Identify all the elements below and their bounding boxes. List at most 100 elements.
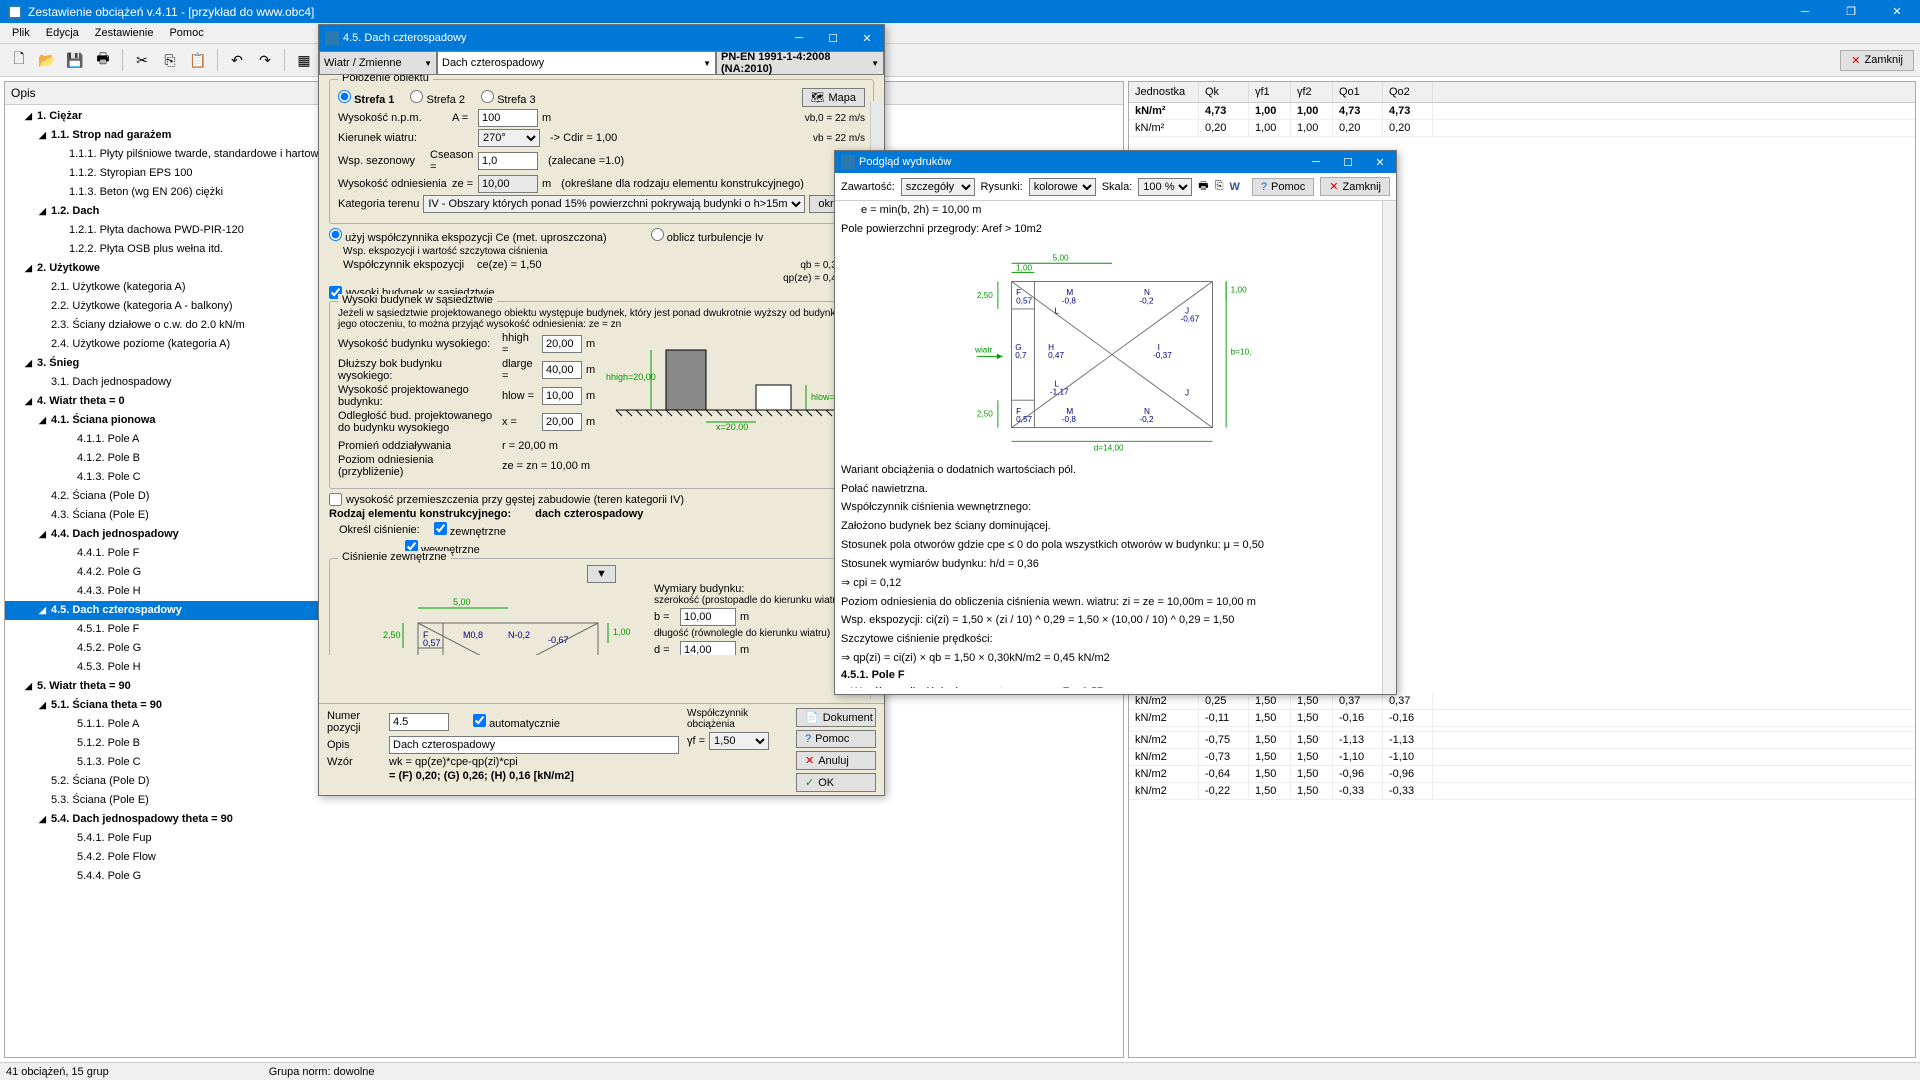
redo-icon[interactable]: ↷	[252, 47, 278, 73]
combo-norma[interactable]: PN-EN 1991-1-4:2008 (NA:2010)▼	[716, 51, 884, 75]
button-dokument[interactable]: 📄 Dokument	[796, 708, 876, 727]
svg-text:N-0,2: N-0,2	[508, 630, 530, 640]
new-icon[interactable]: 🗋	[6, 47, 32, 73]
input-hlow[interactable]	[542, 387, 582, 405]
col-qk: Qk	[1199, 82, 1249, 102]
tree-item[interactable]: 5.4.2. Pole Flow	[5, 848, 1123, 867]
dialog45-titlebar[interactable]: 4.5. Dach czterospadowy ─ ☐ ✕	[319, 25, 884, 51]
svg-text:2,50: 2,50	[976, 409, 992, 418]
input-cseason[interactable]	[478, 152, 538, 170]
svg-text:2,50: 2,50	[976, 291, 992, 300]
dialog45-minimize[interactable]: ─	[782, 25, 816, 51]
table-icon[interactable]: ▦	[291, 47, 317, 73]
pv-line: Wsp. ekspozycji: ci(zi) = 1,50 × (zi / 1…	[841, 611, 1382, 630]
maximize-button[interactable]: ❐	[1828, 0, 1874, 23]
svg-text:hhigh=20,00: hhigh=20,00	[606, 372, 656, 382]
input-opis[interactable]	[389, 736, 679, 754]
input-b[interactable]	[680, 608, 736, 626]
close-document-button[interactable]: ✕Zamknij	[1840, 50, 1914, 71]
menu-plik[interactable]: Plik	[4, 25, 38, 41]
word-icon[interactable]: W	[1230, 181, 1240, 193]
combo-wiatr-zmienne[interactable]: Wiatr / Zmienne▼	[319, 51, 437, 75]
menu-zestawienie[interactable]: Zestawienie	[87, 25, 162, 41]
button-ok[interactable]: ✓ OK	[796, 773, 876, 792]
pv-minimize[interactable]: ─	[1300, 151, 1332, 173]
pv-maximize[interactable]: ☐	[1332, 151, 1364, 173]
svg-text:b=10,00: b=10,00	[1230, 347, 1251, 356]
dialog-dach-czterospadowy: 4.5. Dach czterospadowy ─ ☐ ✕ Wiatr / Zm…	[318, 24, 885, 796]
col-qo2: Qo2	[1383, 82, 1433, 102]
cut-icon[interactable]: ✂	[129, 47, 155, 73]
dialog-icon	[325, 31, 339, 45]
data-row: kN/m2-0,111,501,50-0,16-0,16	[1129, 710, 1915, 727]
copy-icon[interactable]: ⎘	[1215, 180, 1224, 193]
minimize-button[interactable]: ─	[1782, 0, 1828, 23]
select-kategoria[interactable]: IV - Obszary których ponad 15% powierzch…	[423, 195, 805, 213]
svg-text:d=14,00: d=14,00	[1093, 443, 1123, 452]
data-row: kN/m2-0,751,501,50-1,13-1,13	[1129, 732, 1915, 749]
save-icon[interactable]: 💾	[62, 47, 88, 73]
check-gestosc[interactable]: wysokość przemieszczenia przy gęstej zab…	[329, 493, 874, 506]
combo-element[interactable]: Dach czterospadowy▼	[437, 51, 716, 75]
radio-strefa1[interactable]: Strefa 1	[338, 90, 394, 106]
pv-button-pomoc[interactable]: ? Pomoc	[1252, 178, 1314, 196]
dialog45-close[interactable]: ✕	[850, 25, 884, 51]
svg-text:-0,2: -0,2	[1139, 296, 1154, 305]
pv-close[interactable]: ✕	[1364, 151, 1396, 173]
input-numer[interactable]	[389, 713, 449, 731]
tree-item[interactable]: 5.4.1. Pole Fup	[5, 829, 1123, 848]
pv-title-text: Podgląd wydruków	[859, 156, 1300, 168]
close-button[interactable]: ✕	[1874, 0, 1920, 23]
status-mid: Grupa norm: dowolne	[269, 1066, 375, 1078]
pv-titlebar[interactable]: Podgląd wydruków ─ ☐ ✕	[835, 151, 1396, 173]
svg-text:-0,67: -0,67	[1180, 314, 1199, 323]
pv-line: Szczytowe ciśnienie prędkości:	[841, 630, 1382, 649]
paste-icon[interactable]: 📋	[185, 47, 211, 73]
check-zewn[interactable]: zewnętrzne	[434, 522, 506, 538]
input-d[interactable]	[680, 641, 736, 655]
select-rysunki[interactable]: kolorowe	[1029, 178, 1096, 196]
svg-text:0,57: 0,57	[1016, 296, 1032, 305]
pv-line: Połać nawietrzna.	[841, 480, 1382, 499]
print-icon[interactable]: 🖶	[90, 47, 116, 73]
select-kierunek[interactable]: 270°	[478, 129, 540, 147]
button-expand-diagram[interactable]: ▼	[587, 565, 616, 583]
select-zawartosc[interactable]: szczegóły	[901, 178, 975, 196]
pv-button-zamknij[interactable]: ✕ Zamknij	[1320, 177, 1390, 196]
check-auto[interactable]: automatycznie	[473, 714, 560, 730]
group-cisnienie-zewn: Ciśnienie zewnętrzne ▼ F0	[329, 558, 874, 655]
tree-item[interactable]: 5.4.4. Pole G	[5, 867, 1123, 886]
copy-icon[interactable]: ⎘	[157, 47, 183, 73]
input-dlarge[interactable]	[542, 361, 582, 379]
diagram-building: hhigh=20,00 hlow= x=20,00	[606, 330, 846, 430]
svg-text:2,50: 2,50	[383, 630, 401, 640]
radio-uzyj-ce[interactable]: użyj współczynnika ekspozycji Ce (met. u…	[329, 228, 607, 244]
app-icon	[8, 5, 22, 19]
menu-edycja[interactable]: Edycja	[38, 25, 87, 41]
col-gf1: γf1	[1249, 82, 1291, 102]
tree-item[interactable]: ◢5.4. Dach jednospadowy theta = 90	[5, 810, 1123, 829]
menu-pomoc[interactable]: Pomoc	[161, 25, 211, 41]
pv-scrollbar[interactable]	[1382, 201, 1396, 694]
svg-text:hlow=: hlow=	[811, 392, 835, 402]
button-mapa[interactable]: 🗺 Mapa	[802, 88, 866, 107]
select-gf[interactable]: 1,50	[709, 732, 769, 750]
undo-icon[interactable]: ↶	[224, 47, 250, 73]
radio-strefa3[interactable]: Strefa 3	[481, 90, 536, 106]
radio-strefa2[interactable]: Strefa 2	[410, 90, 465, 106]
statusbar: 41 obciążeń, 15 grup Grupa norm: dowolne	[0, 1062, 1920, 1080]
status-left: 41 obciążeń, 15 grup	[6, 1066, 109, 1078]
input-x[interactable]	[542, 413, 582, 431]
radio-oblicz-iv[interactable]: oblicz turbulencje Iv	[651, 228, 764, 244]
print-icon[interactable]: 🖶	[1198, 177, 1208, 196]
input-hhigh[interactable]	[542, 335, 582, 353]
input-wysokosc-npm[interactable]	[478, 109, 538, 127]
dialog45-maximize[interactable]: ☐	[816, 25, 850, 51]
button-pomoc[interactable]: ? Pomoc	[796, 730, 876, 748]
open-icon[interactable]: 📂	[34, 47, 60, 73]
select-skala[interactable]: 100 %	[1138, 178, 1192, 196]
svg-text:5,00: 5,00	[1052, 253, 1068, 262]
svg-text:-1,17: -1,17	[1049, 387, 1068, 396]
menubar: Plik Edycja Zestawienie Pomoc	[0, 23, 1920, 43]
button-anuluj[interactable]: ✕ Anuluj	[796, 751, 876, 770]
